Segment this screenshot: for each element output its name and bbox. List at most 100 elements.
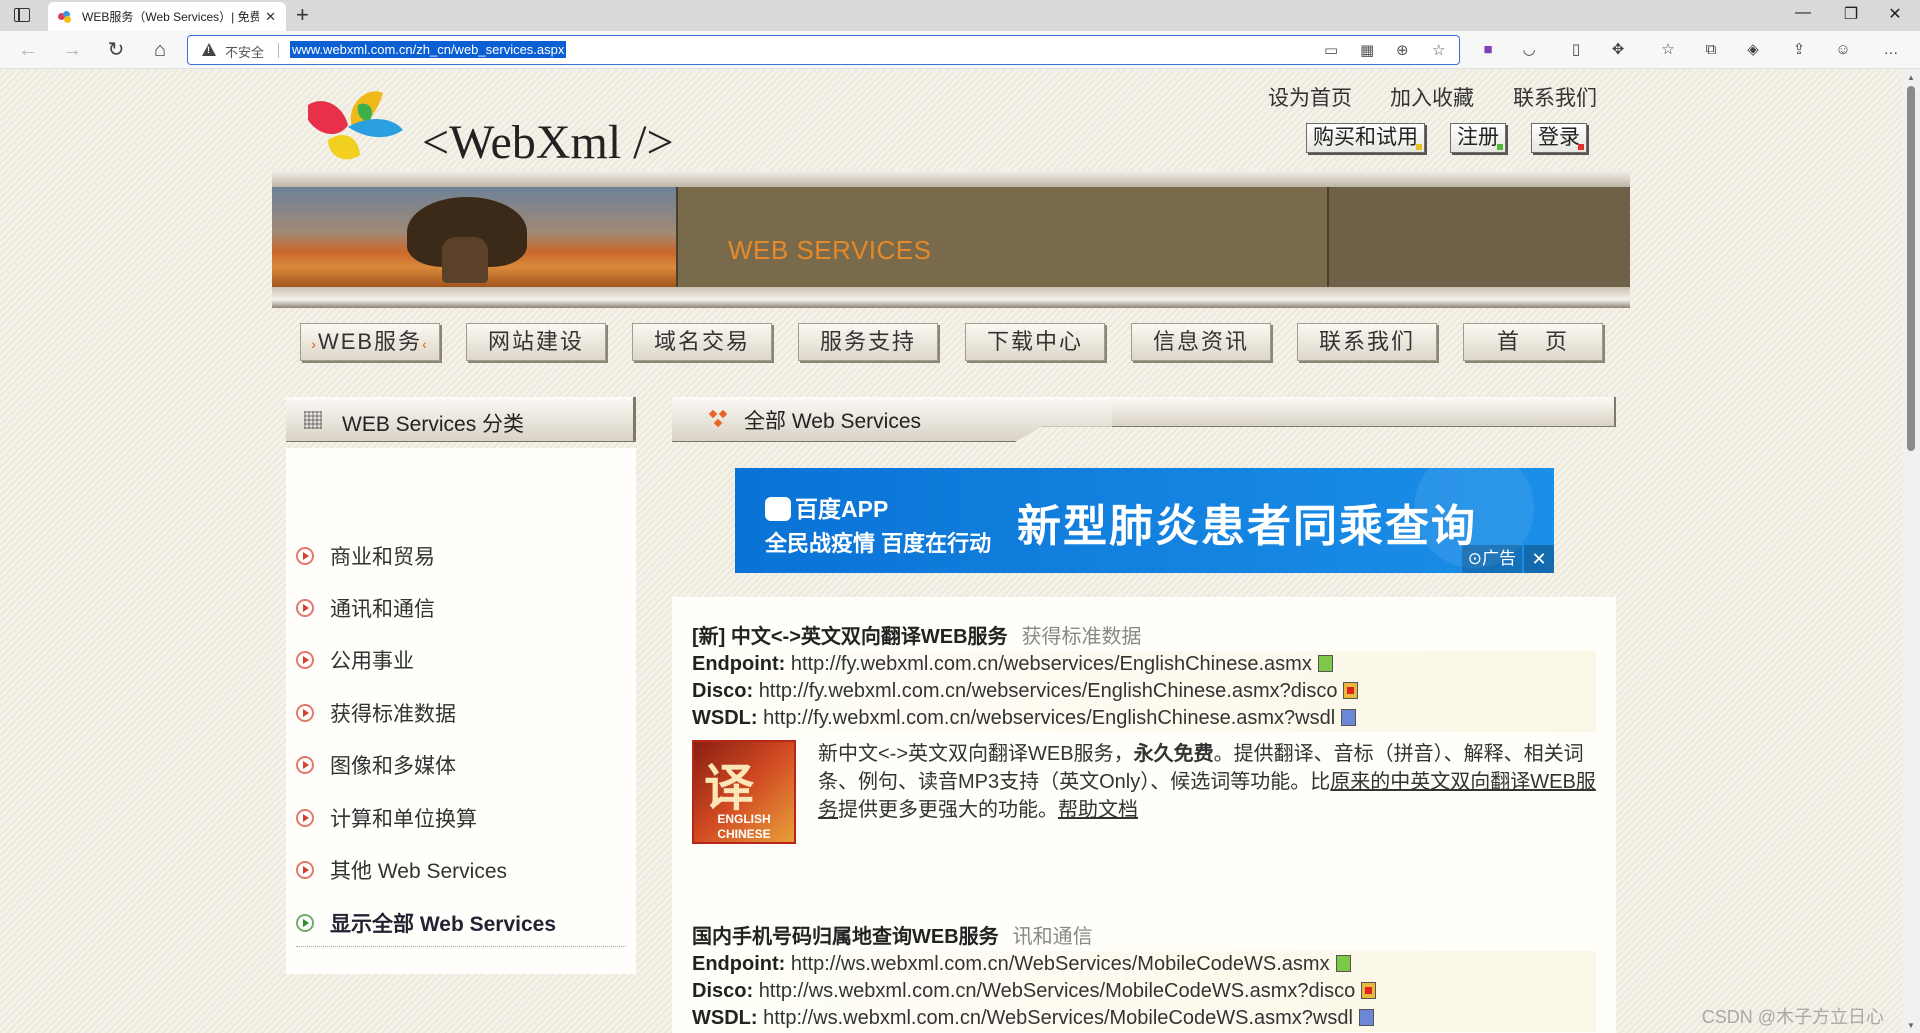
browser-tab-bar: WEB服务（Web Services）| 免费 ✕ + — ❐ ✕ [0, 0, 1920, 31]
nav-service-support[interactable]: 服务支持 [798, 323, 938, 361]
nav-label: WEB服务 [317, 329, 423, 354]
logo-text[interactable]: <WebXml /> [422, 115, 674, 170]
sidebar-item-multimedia[interactable]: 图像和多媒体 [296, 745, 456, 785]
disco-icon[interactable] [1361, 982, 1377, 999]
zoom-icon[interactable]: ⊕ [1396, 41, 1409, 59]
banner-title: WEB SERVICES [728, 235, 932, 265]
sidebar-item-standard-data[interactable]: 获得标准数据 [296, 693, 456, 733]
address-bar[interactable]: 不安全 www.webxml.com.cn/zh_cn/web_services… [187, 35, 1460, 65]
wsdl-url[interactable]: http://ws.webxml.com.cn/WebServices/Mobi… [763, 1007, 1353, 1029]
ad-close-icon[interactable]: ✕ [1524, 545, 1554, 573]
onenote-icon[interactable]: ■ [1477, 39, 1499, 61]
performance-icon[interactable]: ◈ [1742, 39, 1764, 61]
favorite-star-icon[interactable]: ☆ [1432, 41, 1445, 59]
sidebar-item-unit-conversion[interactable]: 计算和单位换算 [296, 798, 477, 838]
page-scrollbar[interactable]: ▲ ▼ [1902, 70, 1920, 1033]
sidebar-item-other[interactable]: 其他 Web Services [296, 850, 507, 890]
nav-home[interactable]: 首 页 [1463, 323, 1603, 361]
add-favorite-link[interactable]: 加入收藏 [1390, 82, 1474, 112]
ad-tag[interactable]: ⊙广告 [1461, 545, 1522, 573]
extensions-icon[interactable]: ✥ [1607, 39, 1629, 61]
main-header: 全部 Web Services [672, 397, 1616, 442]
banner-top-bar [272, 170, 1630, 187]
disco-icon[interactable] [1343, 682, 1359, 699]
pocket-icon[interactable]: ◡ [1518, 39, 1540, 61]
contact-us-link[interactable]: 联系我们 [1513, 82, 1597, 112]
tab-close-icon[interactable]: ✕ [265, 9, 276, 25]
sidebar-item-label: 商业和贸易 [330, 546, 435, 569]
wsdl-url[interactable]: http://fy.webxml.com.cn/webservices/Engl… [763, 707, 1335, 729]
scroll-up-icon[interactable]: ▲ [1907, 73, 1915, 82]
favorites-icon[interactable]: ☆ [1657, 39, 1679, 61]
webxml-logo-icon[interactable] [298, 85, 410, 167]
warning-icon[interactable] [202, 43, 216, 56]
nav-contact-us[interactable]: 联系我们 [1297, 323, 1437, 361]
baidu-ad-banner[interactable]: 百度APP 全民战疫情 百度在行动 新型肺炎患者同乘查询 ⊙广告 ✕ [735, 468, 1554, 573]
translate-char: 译 [704, 760, 754, 816]
main-title: 全部 Web Services [744, 410, 921, 433]
set-homepage-link[interactable]: 设为首页 [1268, 82, 1352, 112]
help-doc-link[interactable]: 帮助文档 [1058, 799, 1138, 821]
endpoint-url[interactable]: http://fy.webxml.com.cn/webservices/Engl… [791, 653, 1312, 675]
sidebar-item-communication[interactable]: 通讯和通信 [296, 588, 435, 628]
scrollbar-thumb[interactable] [1907, 86, 1915, 451]
endpoint-icon[interactable] [1317, 655, 1333, 672]
scroll-down-icon[interactable]: ▼ [1907, 1021, 1915, 1030]
page-viewport: <WebXml /> 设为首页 加入收藏 联系我们 购买和试用 注册 登录 WE… [0, 70, 1902, 1033]
sidebar-item-utilities[interactable]: 公用事业 [296, 640, 414, 680]
ad-brand-text: 百度APP [795, 496, 889, 522]
nav-web-services[interactable]: ›WEB服务‹ [300, 323, 440, 361]
nav-download-center[interactable]: 下载中心 [965, 323, 1105, 361]
collections-icon[interactable]: ⧉ [1700, 39, 1722, 61]
disco-label: Disco: [692, 680, 754, 702]
translate-image-text: CHINESE [717, 827, 771, 841]
url-text[interactable]: www.webxml.com.cn/zh_cn/web_services.asp… [290, 41, 567, 58]
service-category-link[interactable]: 获得标准数据 [1022, 626, 1142, 648]
sidebar-item-business[interactable]: 商业和贸易 [296, 536, 435, 576]
close-window-button[interactable]: ✕ [1872, 4, 1918, 24]
banner-middle: WEB SERVICES [272, 187, 1630, 287]
tab-actions-icon[interactable] [14, 8, 30, 22]
arrow-bullet-icon [296, 861, 314, 879]
register-button[interactable]: 注册 [1450, 123, 1506, 153]
disco-url[interactable]: http://ws.webxml.com.cn/WebServices/Mobi… [759, 980, 1356, 1002]
service-title-link[interactable]: [新] 中文<->英文双向翻译WEB服务 [692, 626, 1008, 648]
refresh-button[interactable]: ↻ [102, 37, 130, 63]
forward-button[interactable]: → [58, 37, 86, 63]
banner-bottom-bar [272, 287, 1630, 308]
nav-website-building[interactable]: 网站建设 [466, 323, 606, 361]
endpoint-icon[interactable] [1335, 955, 1351, 972]
wsdl-icon[interactable] [1358, 1009, 1374, 1026]
home-button[interactable]: ⌂ [146, 37, 174, 63]
wsdl-icon[interactable] [1341, 709, 1357, 726]
sidebar-item-label: 获得标准数据 [330, 703, 456, 726]
minimize-button[interactable]: — [1780, 4, 1826, 22]
sidebar-item-show-all[interactable]: 显示全部 Web Services [296, 903, 556, 943]
browser-tab[interactable]: WEB服务（Web Services）| 免费 ✕ [48, 2, 286, 31]
buy-trial-button[interactable]: 购买和试用 [1306, 123, 1425, 153]
more-menu-icon[interactable]: … [1880, 39, 1902, 61]
share-icon[interactable]: ⇪ [1788, 39, 1810, 61]
sidebar-item-label: 显示全部 Web Services [330, 913, 557, 936]
login-button[interactable]: 登录 [1531, 123, 1587, 153]
sidebar-item-label: 公用事业 [330, 650, 414, 673]
sidebar-item-label: 通讯和通信 [330, 598, 435, 621]
maximize-button[interactable]: ❐ [1828, 4, 1874, 24]
register-label: 注册 [1457, 126, 1499, 149]
service-title-link[interactable]: 国内手机号码归属地查询WEB服务 [692, 926, 999, 948]
service-category-link[interactable]: 讯和通信 [1013, 926, 1093, 948]
nav-domain-trade[interactable]: 域名交易 [632, 323, 772, 361]
banner-divider [1327, 187, 1329, 287]
new-tab-button[interactable]: + [296, 3, 309, 27]
baidu-paw-icon [765, 497, 791, 521]
endpoint-url[interactable]: http://ws.webxml.com.cn/WebServices/Mobi… [791, 953, 1330, 975]
read-aloud-icon[interactable]: ▭ [1324, 41, 1338, 59]
qr-code-icon[interactable]: ▦ [1360, 41, 1374, 59]
profile-avatar-icon[interactable]: ☺ [1832, 39, 1854, 61]
nav-news[interactable]: 信息资讯 [1131, 323, 1271, 361]
reader-icon[interactable]: ▯ [1565, 39, 1587, 61]
disco-url[interactable]: http://fy.webxml.com.cn/webservices/Engl… [759, 680, 1338, 702]
wsdl-label: WSDL: [692, 707, 758, 729]
back-button[interactable]: ← [14, 37, 42, 63]
not-secure-label[interactable]: 不安全 [225, 42, 264, 61]
